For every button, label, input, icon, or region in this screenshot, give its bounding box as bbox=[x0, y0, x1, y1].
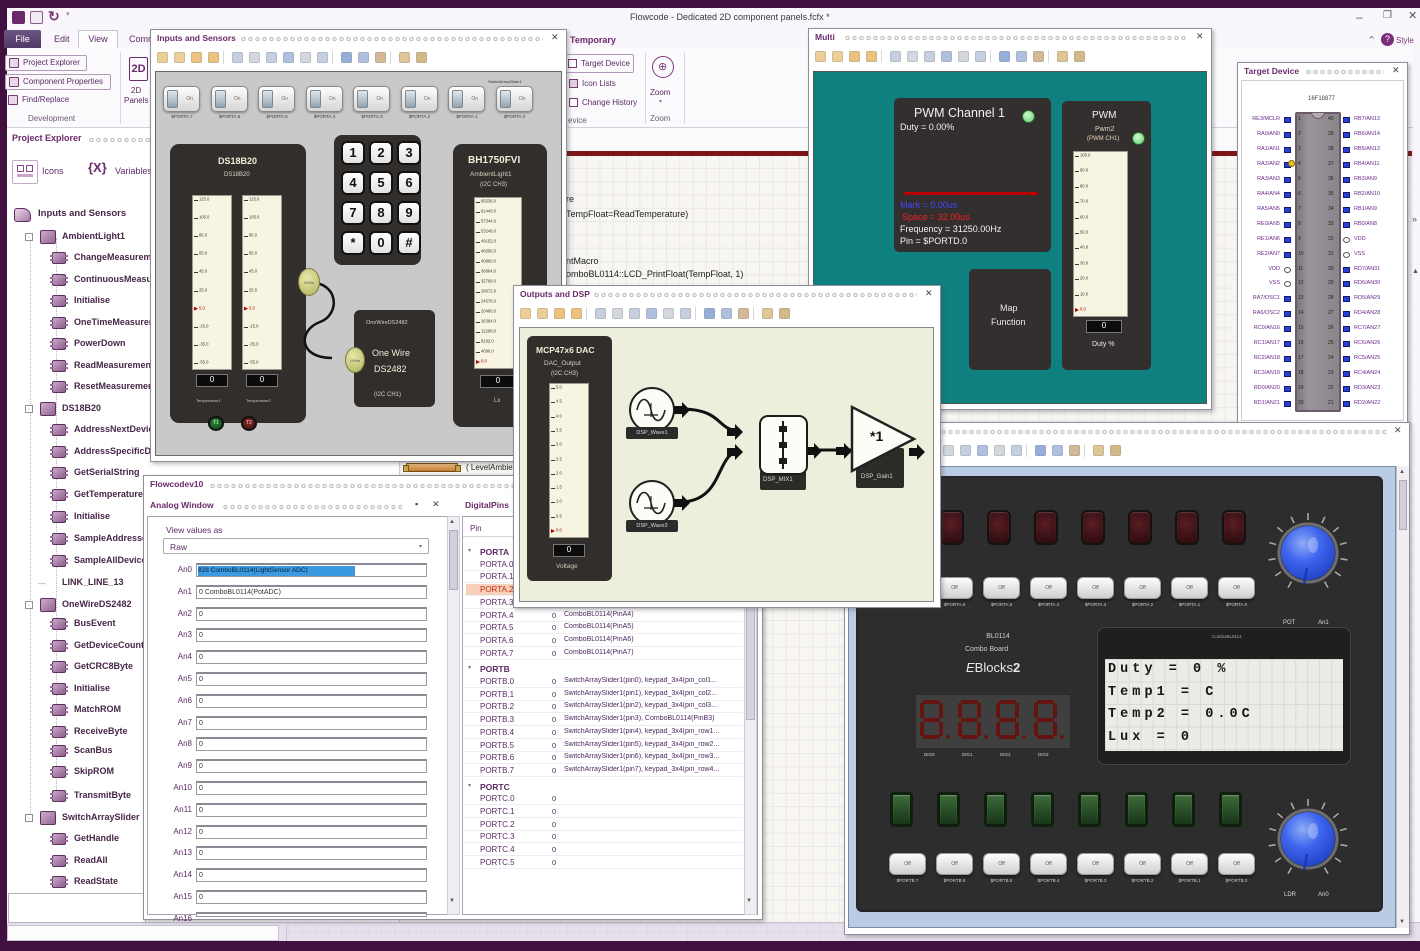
svg-text:*1: *1 bbox=[870, 428, 883, 444]
